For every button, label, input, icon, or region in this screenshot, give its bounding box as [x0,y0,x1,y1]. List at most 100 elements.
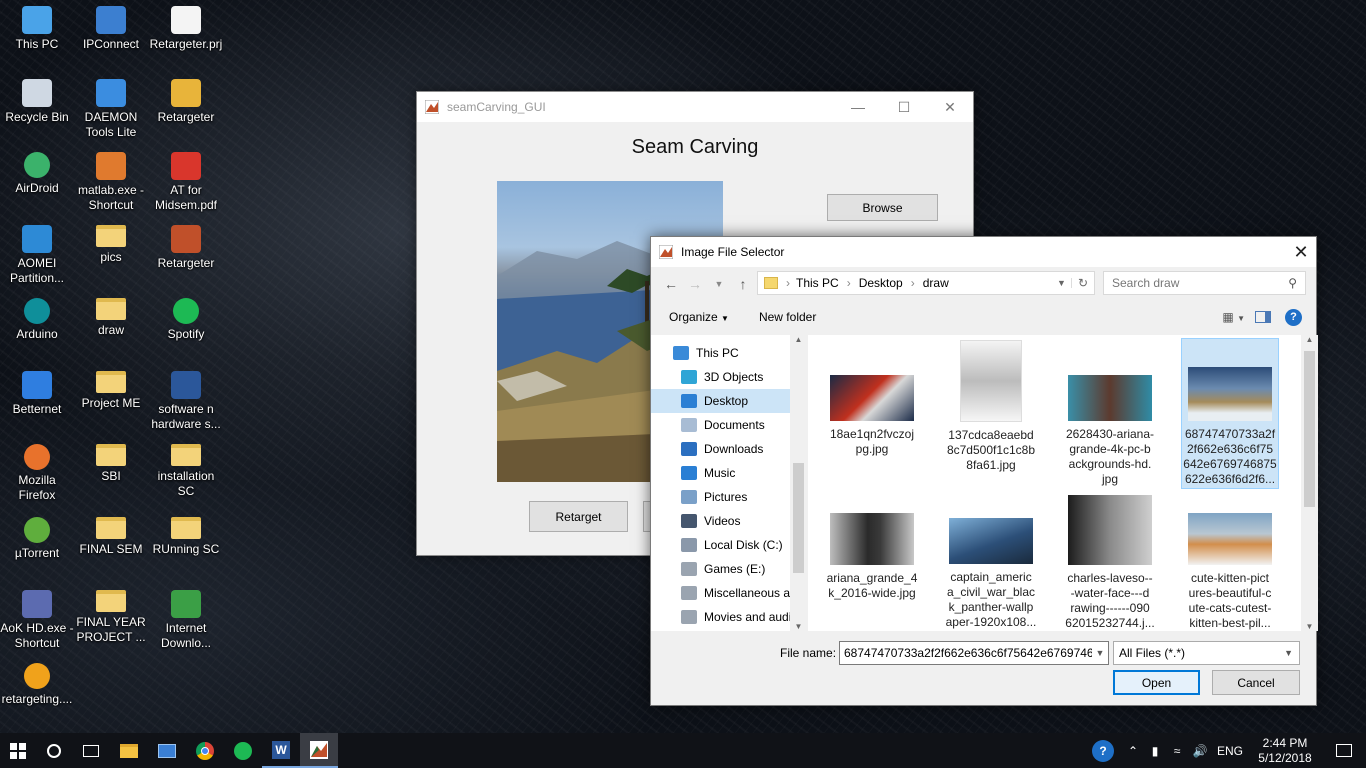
back-arrow-icon[interactable]: ← [659,276,683,292]
desktop-icon[interactable]: Retargeter [149,79,223,125]
retarget-button[interactable]: Retarget [529,501,628,532]
desktop-icon[interactable]: µTorrent [0,517,74,561]
desktop-icon[interactable]: AirDroid [0,152,74,196]
desktop-icon[interactable]: Project ME [74,371,148,411]
desktop-icon[interactable]: Mozilla Firefox [0,444,74,503]
nav-item[interactable]: Local Disk (C:) [651,533,806,557]
language-indicator[interactable]: ENG [1212,744,1248,758]
browse-button[interactable]: Browse [827,194,938,221]
dialog-titlebar[interactable]: Image File Selector ✕ [651,237,1316,267]
desktop-icon[interactable]: retargeting.... [0,663,74,707]
file-type-select[interactable]: All Files (*.*) ▼ [1113,641,1300,665]
start-button[interactable] [0,733,36,768]
file-item[interactable]: ariana_grande_4 k_2016-wide.jpg [824,513,920,601]
desktop-icon[interactable]: Spotify [149,298,223,342]
cortana-button[interactable] [36,733,72,768]
desktop-icon[interactable]: Betternet [0,371,74,417]
desktop-icon[interactable]: This PC [0,6,74,52]
close-button[interactable]: ✕ [927,92,973,122]
file-item[interactable]: 2628430-ariana- grande-4k-pc-b ackground… [1062,375,1158,487]
desktop-icon[interactable]: Retargeter.prj [149,6,223,52]
nav-scrollbar-thumb[interactable] [793,463,804,573]
file-item[interactable]: 18ae1qn2fvczoj pg.jpg [824,375,920,457]
organize-button[interactable]: Organize ▼ [669,310,729,324]
address-bar[interactable]: › This PC › Desktop › draw ▼ ↻ [757,271,1095,295]
cancel-button[interactable]: Cancel [1212,670,1300,695]
desktop-icon[interactable]: matlab.exe - Shortcut [74,152,148,213]
desktop-icon[interactable]: AOMEI Partition... [0,225,74,286]
nav-item[interactable]: Music [651,461,806,485]
nav-item[interactable]: This PC [651,341,806,365]
clock[interactable]: 2:44 PM 5/12/2018 [1248,736,1322,766]
chevron-down-icon[interactable]: ▼ [1092,642,1108,664]
chevron-down-icon[interactable]: ▼ [1052,278,1072,288]
search-input[interactable]: Search draw ⚲ [1103,271,1306,295]
volume-icon[interactable]: 🔊 [1188,744,1212,758]
nav-item[interactable]: Videos [651,509,806,533]
desktop-icon[interactable]: RUnning SC [149,517,223,557]
taskbar-spotify[interactable] [224,733,262,768]
desktop-icon[interactable]: draw [74,298,148,338]
nav-item[interactable]: Documents [651,413,806,437]
taskbar-chrome[interactable] [186,733,224,768]
dialog-close-button[interactable]: ✕ [1286,242,1316,263]
desktop-icon[interactable]: FINAL YEAR PROJECT ... [74,590,148,645]
nav-scrollbar[interactable]: ▲ ▼ [790,335,807,631]
desktop-icon[interactable]: SBI [74,444,148,484]
nav-item[interactable]: Downloads [651,437,806,461]
maximize-button[interactable]: ☐ [881,92,927,122]
forward-arrow-icon[interactable]: → [683,276,707,292]
refresh-icon[interactable]: ↻ [1072,276,1094,290]
nav-item[interactable]: Movies and audi [651,605,806,629]
help-icon[interactable]: ? [1285,308,1302,326]
files-scrollbar[interactable]: ▲ ▼ [1301,335,1318,631]
file-item[interactable]: 68747470733a2f 2f662e636c6f75 642e676974… [1182,367,1278,487]
desktop-icon[interactable]: pics [74,225,148,265]
file-item[interactable]: 137cdca8eaebd 8c7d500f1c1c8b 8fa61.jpg [943,340,1039,473]
desktop-icon[interactable]: AT for Midsem.pdf [149,152,223,213]
word-icon: W [272,740,290,759]
desktop-icon[interactable]: IPConnect [74,6,148,52]
taskbar-file-explorer[interactable] [110,733,148,768]
desktop-icon[interactable]: Arduino [0,298,74,342]
desktop-icon[interactable]: installation SC [149,444,223,499]
folder-icon [96,517,126,539]
desktop-icon[interactable]: Recycle Bin [0,79,74,125]
nav-item[interactable]: Pictures [651,485,806,509]
task-view-button[interactable] [72,733,110,768]
help-tray-icon[interactable]: ? [1092,739,1114,762]
desktop-icon[interactable]: FINAL SEM [74,517,148,557]
seam-window-titlebar[interactable]: seamCarving_GUI — ☐ ✕ [417,92,973,122]
recent-dropdown-icon[interactable]: ▼ [707,279,731,289]
file-item[interactable]: captain_americ a_civil_war_blac k_panthe… [943,518,1039,630]
battery-icon[interactable]: ▮ [1144,744,1166,758]
taskbar-ipconnect[interactable] [148,733,186,768]
breadcrumb-draw[interactable]: draw [923,276,949,290]
breadcrumb-desktop[interactable]: Desktop [859,276,903,290]
desktop-icon[interactable]: AoK HD.exe - Shortcut [0,590,74,651]
minimize-button[interactable]: — [835,92,881,122]
nav-item[interactable]: 3D Objects [651,365,806,389]
nav-item[interactable]: Games (E:) [651,557,806,581]
new-folder-button[interactable]: New folder [759,310,816,324]
breadcrumb-this-pc[interactable]: This PC [796,276,839,290]
file-name-input[interactable]: 68747470733a2f2f662e636c6f75642e67697468… [839,641,1109,665]
up-arrow-icon[interactable]: ↑ [731,276,755,292]
desktop-icon[interactable]: Internet Downlo... [149,590,223,651]
wifi-icon[interactable]: ≈ [1166,744,1188,758]
taskbar-word[interactable]: W [262,733,300,768]
nav-item[interactable]: Desktop [651,389,806,413]
preview-pane-icon[interactable] [1255,311,1271,323]
desktop-icon[interactable]: software n hardware s... [149,371,223,432]
desktop-icon[interactable]: DAEMON Tools Lite [74,79,148,140]
open-button[interactable]: Open [1113,670,1200,695]
action-center-button[interactable] [1322,733,1366,768]
nav-item[interactable]: Miscellaneous ar [651,581,806,605]
desktop-icon[interactable]: Retargeter [149,225,223,271]
taskbar-matlab[interactable] [300,733,338,768]
files-scrollbar-thumb[interactable] [1304,351,1315,507]
show-hidden-icons-chevron-icon[interactable]: ⌃ [1122,744,1144,758]
file-item[interactable]: charles-laveso-- -water-face---d rawing-… [1062,495,1158,631]
file-item[interactable]: cute-kitten-pict ures-beautiful-c ute-ca… [1182,513,1278,631]
view-options-icon[interactable]: ▦ ▼ [1222,310,1245,324]
